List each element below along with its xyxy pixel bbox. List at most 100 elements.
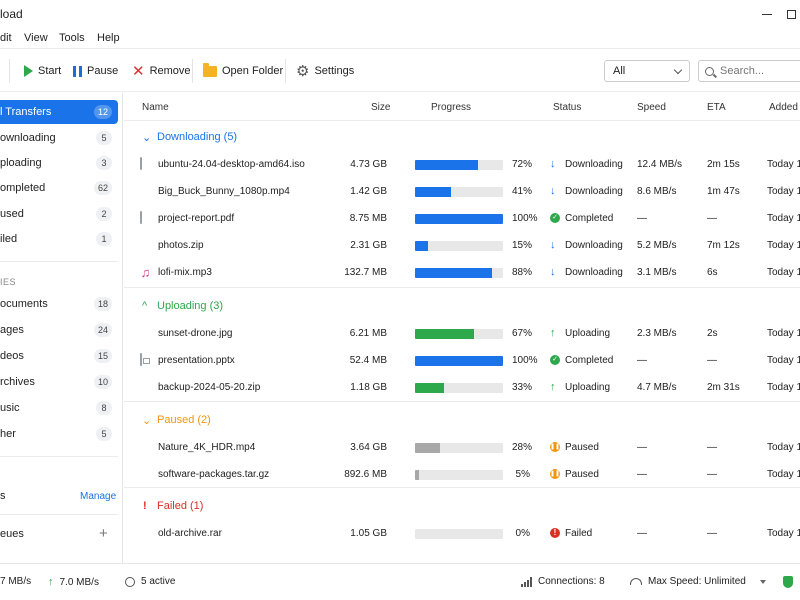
table-row[interactable]: presentation.pptx 52.4 MB 100% ✓ Completed — —… (124, 347, 800, 374)
manage-link[interactable]: Manage (80, 491, 116, 502)
folder-icon (203, 62, 217, 77)
group-divider (124, 287, 800, 288)
filter-select[interactable]: All (604, 60, 690, 82)
file-size: 1.42 GB (350, 186, 387, 197)
transfer-speed: 3.1 MB/s (637, 267, 677, 278)
sidebar-item-failed[interactable]: iled 1 (0, 227, 118, 251)
sidebar-divider (0, 261, 118, 262)
transfer-list: Name Size Progress Status Speed ETA Adde… (124, 93, 800, 563)
shield-icon (783, 576, 793, 588)
table-row[interactable]: Nature_4K_HDR.mp4 3.64 GB 28% ❚❚ Paused — — Tod… (124, 434, 800, 461)
file-size: 2.31 GB (350, 240, 387, 251)
secure-status (783, 576, 793, 588)
filter-value: All (613, 65, 626, 77)
arrow-down-icon: ↓ (550, 185, 556, 197)
max-speed-select[interactable]: Max Speed: Unlimited (630, 576, 766, 587)
sidebar-item-downloading[interactable]: ownloading 5 (0, 126, 118, 150)
count-badge: 15 (93, 349, 112, 363)
play-icon (24, 65, 33, 77)
search-icon (705, 66, 714, 76)
file-size: 892.6 MB (344, 469, 387, 480)
progress-bar (415, 529, 503, 539)
menu-edit[interactable]: dit (0, 32, 12, 44)
added-time: Today 10 (767, 355, 800, 366)
chevron-icon: ^ (142, 300, 148, 312)
menu-help[interactable]: Help (97, 32, 120, 44)
transfer-speed: 5.2 MB/s (637, 240, 677, 251)
sidebar-item-music[interactable]: usic 8 (0, 396, 118, 420)
add-queue-icon[interactable]: + (99, 526, 108, 541)
connections: Connections: 8 (521, 576, 605, 587)
table-row[interactable]: backup-2024-05-20.zip 1.18 GB 33% ↑ Uploadin… (124, 374, 800, 401)
added-time: Today 10 (767, 528, 800, 539)
pause-button[interactable]: Pause (73, 61, 118, 81)
start-button[interactable]: Start (24, 61, 61, 81)
file-size: 4.73 GB (350, 159, 387, 170)
group-header-failed[interactable]: ! Failed (1) (124, 493, 800, 519)
table-row[interactable]: sunset-drone.jpg 6.21 MB 67% ↑ Uploading 2.3 … (124, 320, 800, 347)
group-header-downloading[interactable]: ⌄ Downloading (5) (124, 124, 800, 150)
remove-button[interactable]: ✕ Remove (132, 61, 191, 81)
column-added[interactable]: Added (769, 102, 798, 113)
sidebar-item-archives[interactable]: rchives 10 (0, 370, 118, 394)
sidebar-item-uploading[interactable]: ploading 3 (0, 151, 118, 175)
group-header-paused[interactable]: ⌄ Paused (2) (124, 407, 800, 433)
file-name: old-archive.rar (158, 528, 222, 539)
pptx-file-icon (140, 353, 142, 366)
search-box[interactable] (698, 60, 800, 82)
table-row[interactable]: photos.zip 2.31 GB 15% ↓ Downloading 5.2 MB/s… (124, 232, 800, 259)
added-time: Today 10 (767, 267, 800, 278)
file-size: 6.21 MB (349, 328, 387, 339)
group-header-uploading[interactable]: ^ Uploading (3) (124, 293, 800, 319)
count-badge: 12 (93, 105, 112, 119)
start-label: Start (38, 65, 62, 77)
table-row[interactable]: old-archive.rar 1.05 GB 0%! Failed — — Today 1… (124, 520, 800, 547)
transfer-eta: 2s (707, 328, 718, 339)
search-input[interactable] (720, 65, 800, 77)
signal-icon (521, 576, 532, 587)
arrow-up-icon: ↑ (48, 576, 54, 588)
title-bar: load (0, 0, 800, 28)
toolbar-divider (285, 59, 286, 83)
group-title: Paused (2) (157, 414, 211, 426)
sidebar-item-documents[interactable]: ocuments 18 (0, 292, 118, 316)
sidebar-item-queues[interactable]: eues (0, 522, 90, 546)
sidebar-item-completed[interactable]: ompleted 62 (0, 176, 118, 200)
sidebar-item-other[interactable]: her 5 (0, 422, 118, 446)
column-size[interactable]: Size (371, 102, 390, 113)
count-badge: 5 (96, 131, 112, 145)
sidebar-item-images[interactable]: ages 24 (0, 318, 118, 342)
open-folder-button[interactable]: Open Folder (203, 61, 283, 81)
menu-tools[interactable]: Tools (59, 32, 85, 44)
table-row[interactable]: project-report.pdf 8.75 MB 100% ✓ Completed —… (124, 205, 800, 232)
progress-fill (415, 329, 474, 339)
sidebar-item-videos[interactable]: deos 15 (0, 344, 118, 368)
arrow-down-icon: ↓ (550, 266, 556, 278)
sidebar-item-all-transfers[interactable]: l Transfers 12 (0, 100, 118, 124)
check-circle-icon: ✓ (550, 213, 560, 223)
table-row[interactable]: software-packages.tar.gz 892.6 MB 5% ❚❚ Paus… (124, 461, 800, 488)
file-name: backup-2024-05-20.zip (158, 382, 261, 393)
file-name: lofi-mix.mp3 (158, 267, 212, 278)
group-divider (124, 487, 800, 488)
sidebar-item-tags[interactable]: s (0, 484, 80, 508)
menu-view[interactable]: View (24, 32, 48, 44)
table-row[interactable]: ubuntu-24.04-desktop-amd64.iso 4.73 GB 72%… (124, 151, 800, 178)
progress-fill (415, 214, 503, 224)
progress-percent: 100% (512, 213, 538, 224)
status-bar: 7 MB/s ↑ 7.0 MB/s 5 active Connections: … (0, 563, 800, 600)
settings-button[interactable]: ⚙ Settings (296, 61, 354, 81)
column-speed[interactable]: Speed (637, 102, 666, 113)
column-progress[interactable]: Progress (431, 102, 471, 113)
maximize-button[interactable] (776, 0, 800, 28)
table-row[interactable]: ♫ lofi-mix.mp3 132.7 MB 88% ↓ Downloading 3.1 … (124, 259, 800, 286)
column-status[interactable]: Status (553, 102, 581, 113)
sidebar-item-paused[interactable]: used 2 (0, 202, 118, 226)
table-row[interactable]: Big_Buck_Bunny_1080p.mp4 1.42 GB 41% ↓ Downl… (124, 178, 800, 205)
gear-icon: ⚙ (296, 62, 310, 80)
column-name[interactable]: Name (142, 102, 169, 113)
error-circle-icon: ! (550, 528, 560, 538)
file-name: presentation.pptx (158, 355, 235, 366)
column-eta[interactable]: ETA (707, 102, 726, 113)
chevron-icon: ⌄ (142, 414, 152, 427)
